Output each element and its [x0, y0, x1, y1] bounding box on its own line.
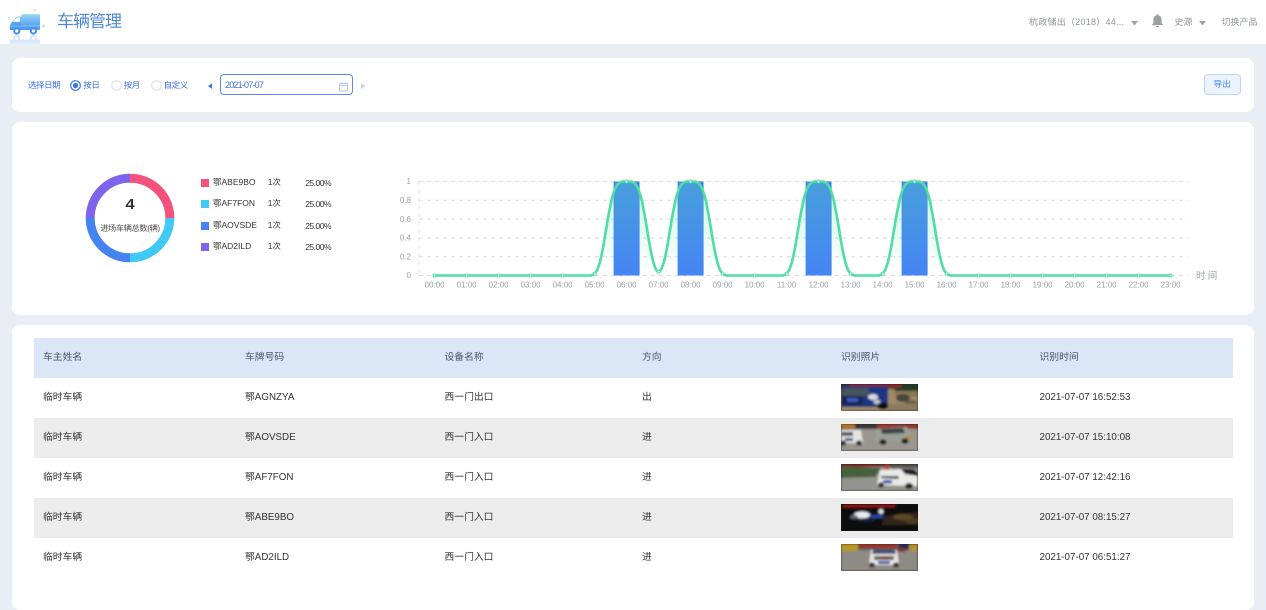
svg-text:04:00: 04:00: [553, 281, 574, 290]
svg-text:0: 0: [407, 271, 412, 280]
svg-text:01:00: 01:00: [457, 281, 478, 290]
svg-text:14:00: 14:00: [873, 281, 894, 290]
svg-text:12:00: 12:00: [809, 281, 830, 290]
svg-text:19:00: 19:00: [1033, 281, 1054, 290]
svg-text:11:00: 11:00: [777, 281, 797, 290]
svg-text:20:00: 20:00: [1065, 281, 1086, 290]
svg-text:02:00: 02:00: [489, 281, 510, 290]
svg-text:时间: 时间: [1196, 270, 1219, 282]
svg-text:0.8: 0.8: [400, 196, 412, 205]
svg-text:03:00: 03:00: [521, 281, 542, 290]
svg-text:0.6: 0.6: [400, 215, 412, 224]
svg-text:09:00: 09:00: [713, 281, 734, 290]
svg-text:22:00: 22:00: [1129, 281, 1150, 290]
svg-text:17:00: 17:00: [969, 281, 990, 290]
svg-text:07:00: 07:00: [649, 281, 670, 290]
svg-text:23:00: 23:00: [1161, 281, 1182, 290]
svg-text:0.4: 0.4: [400, 234, 412, 243]
svg-text:15:00: 15:00: [905, 281, 926, 290]
svg-text:10:00: 10:00: [745, 281, 766, 290]
svg-text:08:00: 08:00: [681, 281, 702, 290]
svg-text:18:00: 18:00: [1001, 281, 1022, 290]
svg-text:16:00: 16:00: [937, 281, 958, 290]
svg-text:13:00: 13:00: [841, 281, 862, 290]
svg-text:0.2: 0.2: [400, 252, 412, 261]
svg-text:1: 1: [407, 177, 412, 186]
svg-text:05:00: 05:00: [585, 281, 606, 290]
svg-text:21:00: 21:00: [1097, 281, 1118, 290]
svg-text:06:00: 06:00: [617, 281, 638, 290]
svg-text:00:00: 00:00: [425, 281, 446, 290]
